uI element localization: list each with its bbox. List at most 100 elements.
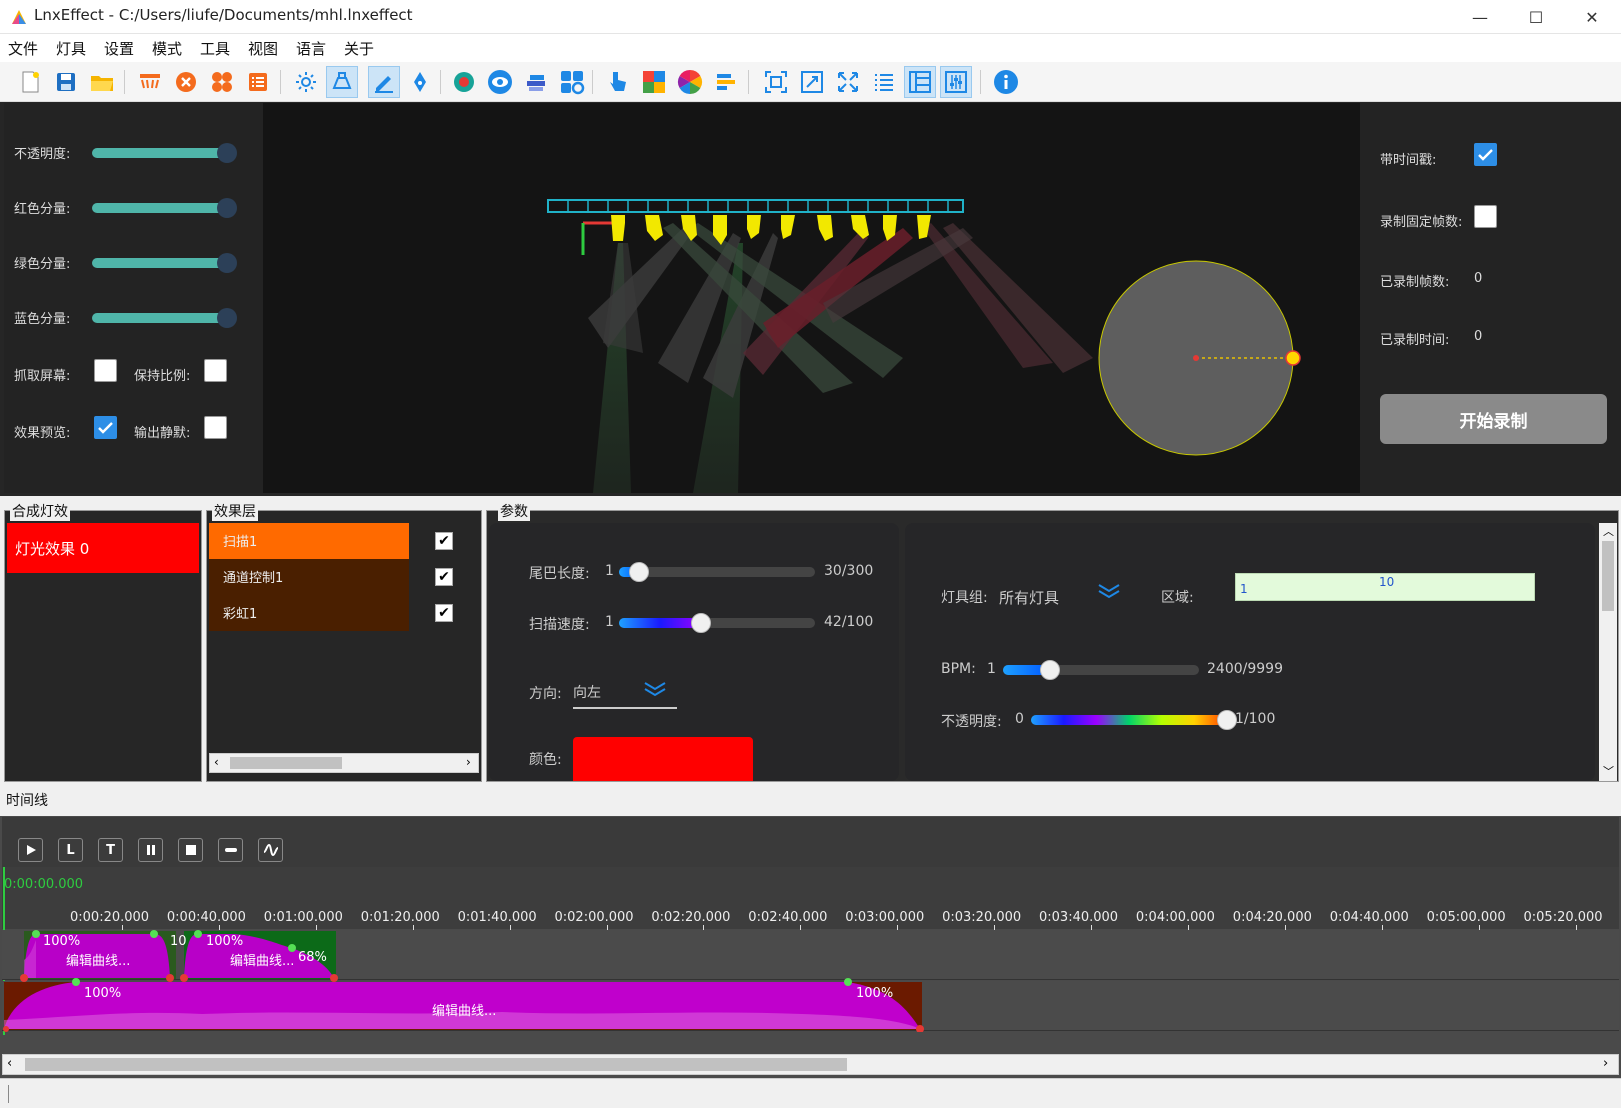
chevron-down-icon[interactable] <box>1097 583 1121 599</box>
color-grid-icon[interactable] <box>638 66 670 98</box>
sliders-icon[interactable] <box>940 66 972 98</box>
direction-select[interactable]: 向左 <box>573 675 677 709</box>
wave-icon[interactable] <box>258 838 283 862</box>
layer-row[interactable]: 彩虹1 ✔ <box>209 594 479 631</box>
panel-icon[interactable] <box>904 66 936 98</box>
menu-settings[interactable]: 设置 <box>104 38 134 59</box>
menu-file[interactable]: 文件 <box>8 38 38 59</box>
start-record-button[interactable]: 开始录制 <box>1380 394 1607 444</box>
layer-enable-checkbox[interactable]: ✔ <box>435 531 453 550</box>
layers-hscrollbar[interactable]: ‹ › <box>209 753 479 773</box>
layer-enable-checkbox[interactable]: ✔ <box>435 567 453 586</box>
clip1-label[interactable]: 编辑曲线... <box>66 950 130 969</box>
close-circle-icon[interactable] <box>170 66 202 98</box>
menu-tools[interactable]: 工具 <box>200 38 230 59</box>
close-button[interactable]: ✕ <box>1564 0 1620 34</box>
slider-handle[interactable] <box>217 253 237 273</box>
layer-enable-checkbox[interactable]: ✔ <box>435 603 453 622</box>
align-left-icon[interactable] <box>710 66 742 98</box>
pen-icon[interactable] <box>368 66 400 98</box>
sun-icon[interactable] <box>290 66 322 98</box>
maximize-button[interactable]: ☐ <box>1508 0 1564 34</box>
scroll-left-icon[interactable]: ‹ <box>7 1056 12 1071</box>
scroll-right-icon[interactable]: › <box>466 755 471 769</box>
timestamp-checkbox[interactable] <box>1474 143 1497 166</box>
record-dot-icon[interactable] <box>448 66 480 98</box>
pointer-icon[interactable] <box>602 66 634 98</box>
timeline-hscrollbar[interactable]: ‹ › <box>2 1054 1619 1075</box>
expand-icon[interactable] <box>796 66 828 98</box>
preview-checkbox[interactable] <box>94 416 117 439</box>
scroll-thumb[interactable] <box>25 1058 847 1071</box>
layer-opacity-handle[interactable] <box>1217 710 1237 730</box>
layer-opacity-value: 1/100 <box>1235 711 1276 727</box>
menu-mode[interactable]: 模式 <box>152 38 182 59</box>
layers-icon[interactable] <box>520 66 552 98</box>
mute-checkbox[interactable] <box>204 416 227 439</box>
save-icon[interactable] <box>50 66 82 98</box>
spotlight-icon[interactable] <box>326 66 358 98</box>
scroll-left-icon[interactable]: ‹ <box>214 755 219 769</box>
play-icon[interactable] <box>18 838 43 862</box>
layer-row[interactable]: 扫描1 ✔ <box>209 522 479 559</box>
scroll-down-icon[interactable]: ﹀ <box>1603 763 1614 779</box>
tempo-t-icon[interactable]: T <box>98 838 123 862</box>
fullscreen-icon[interactable] <box>832 66 864 98</box>
red-slider[interactable] <box>92 198 237 218</box>
menu-view[interactable]: 视图 <box>248 38 278 59</box>
fixed-frames-checkbox[interactable] <box>1474 205 1497 228</box>
blue-label: 蓝色分量: <box>14 312 71 327</box>
opacity-slider[interactable] <box>92 143 237 163</box>
scroll-right-icon[interactable]: › <box>1603 1056 1608 1071</box>
loop-l-icon[interactable]: L <box>58 838 83 862</box>
fit-frame-icon[interactable] <box>760 66 792 98</box>
menu-language[interactable]: 语言 <box>296 38 326 59</box>
fixture-group-value[interactable]: 所有灯具 <box>999 587 1059 608</box>
stage-3d-view[interactable] <box>263 103 1360 493</box>
color-wheel-icon[interactable] <box>674 66 706 98</box>
toolbar-separator <box>440 70 441 94</box>
scroll-up-icon[interactable]: ︿ <box>1603 523 1614 539</box>
stop-icon[interactable] <box>178 838 203 862</box>
minus-icon[interactable] <box>218 838 243 862</box>
minimize-button[interactable]: — <box>1452 0 1508 34</box>
list-icon[interactable] <box>242 66 274 98</box>
slider-handle[interactable] <box>217 143 237 163</box>
menu-about[interactable]: 关于 <box>344 38 374 59</box>
pen-nib-icon[interactable] <box>404 66 436 98</box>
layer-name[interactable]: 扫描1 <box>209 522 409 559</box>
eye-icon[interactable] <box>484 66 516 98</box>
color-swatch[interactable] <box>573 737 753 781</box>
tail-length-handle[interactable] <box>628 562 649 582</box>
clip3-label[interactable]: 编辑曲线... <box>432 1000 496 1019</box>
open-folder-icon[interactable] <box>86 66 118 98</box>
cluster-icon[interactable] <box>206 66 238 98</box>
list-lines-icon[interactable] <box>868 66 900 98</box>
grid-gear-icon[interactable] <box>556 66 588 98</box>
bpm-handle[interactable] <box>1040 660 1061 680</box>
scan-speed-handle[interactable] <box>691 613 712 633</box>
layer-name[interactable]: 彩虹1 <box>209 594 409 631</box>
params-title: 参数 <box>498 501 530 521</box>
layer-row[interactable]: 通道控制1 ✔ <box>209 558 479 595</box>
pause-icon[interactable] <box>138 838 163 862</box>
clip2-label[interactable]: 编辑曲线... <box>230 950 294 969</box>
menu-fixtures[interactable]: 灯具 <box>56 38 86 59</box>
capture-checkbox[interactable] <box>94 359 117 382</box>
params-vscrollbar[interactable]: ︿ ﹀ <box>1599 523 1617 781</box>
new-file-icon[interactable] <box>14 66 46 98</box>
composite-effect-item[interactable]: 灯光效果 0 <box>7 523 199 573</box>
slider-handle[interactable] <box>217 308 237 328</box>
keep-ratio-checkbox[interactable] <box>204 359 227 382</box>
mute-label: 输出静默: <box>134 426 191 441</box>
ruler-tick-label: 0:00:40.000 <box>166 910 246 925</box>
green-slider[interactable] <box>92 253 237 273</box>
scroll-thumb[interactable] <box>1602 541 1614 611</box>
area-range-field[interactable]: 1 10 <box>1235 573 1535 601</box>
layer-name[interactable]: 通道控制1 <box>209 558 409 595</box>
slider-handle[interactable] <box>217 198 237 218</box>
fixture-bar-icon[interactable] <box>134 66 166 98</box>
blue-slider[interactable] <box>92 308 237 328</box>
info-icon[interactable] <box>990 66 1022 98</box>
scroll-thumb[interactable] <box>230 757 342 769</box>
